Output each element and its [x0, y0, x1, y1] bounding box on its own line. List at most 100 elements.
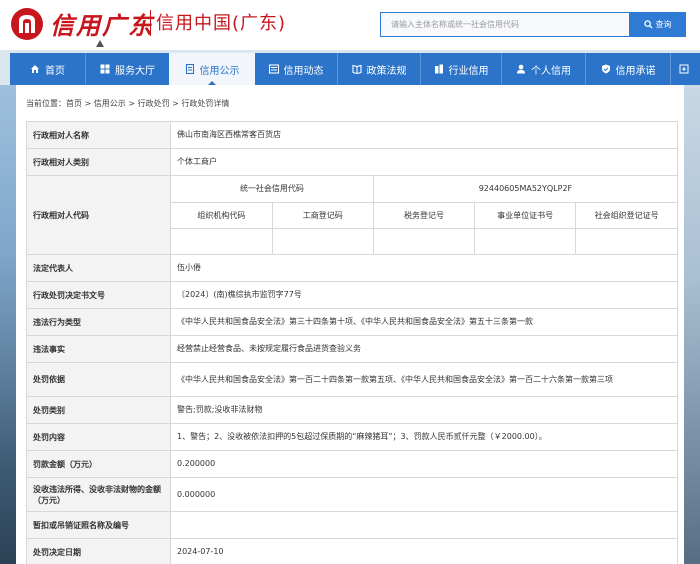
code-header: 工商登记码 [271, 201, 374, 229]
code-header: 税务登记号 [372, 201, 476, 229]
building-icon [434, 64, 443, 74]
field-label: 处罚依据 [26, 362, 171, 397]
breadcrumb-prefix: 当前位置： [26, 99, 66, 108]
breadcrumb-separator: > [169, 99, 182, 108]
penalty-detail-table: 行政相对人名称 佛山市南海区西樵常客百货店 行政相对人类别 个体工商户 行政相对… [26, 121, 678, 564]
expand-icon [679, 64, 688, 74]
field-value: 1、警告；2、没收被依法扣押的5包超过保质期的“麻辣猪耳”；3、罚款人民币贰仟元… [170, 423, 678, 451]
field-value: 经营禁止经营食品、未按规定履行食品进货查验义务 [170, 335, 678, 363]
search-icon [643, 20, 653, 29]
breadcrumb-current: 行政处罚详情 [181, 99, 230, 108]
nav-item-home[interactable]: 首页 [10, 53, 85, 85]
field-value: 《中华人民共和国食品安全法》第三十四条第十项、《中华人民共和国食品安全法》第五十… [170, 308, 678, 336]
nav-label: 个人信用 [531, 65, 571, 77]
nav-item-credit-news[interactable]: 信用动态 [255, 53, 337, 85]
nav-label: 首页 [45, 65, 65, 77]
table-row: 处罚依据 《中华人民共和国食品安全法》第一百二十四条第一款第五项、《中华人民共和… [26, 362, 678, 397]
code-value [171, 227, 273, 254]
document-icon [185, 64, 194, 74]
breadcrumb-separator: > [82, 99, 94, 108]
book-icon [351, 64, 362, 74]
table-row: 行政相对人代码 统一社会信用代码 92440605MA52YQLP2F 组织机构… [26, 175, 678, 255]
field-label: 处罚类别 [26, 396, 171, 424]
grid-icon [100, 64, 110, 74]
nav-item-credit-publicity[interactable]: 信用公示 [169, 53, 255, 85]
logo-script-text: 信用广东 [50, 11, 154, 40]
code-header: 组织机构代码 [171, 201, 273, 229]
nav-item-personal-credit[interactable]: 个人信用 [502, 53, 585, 85]
logo-divider [150, 10, 151, 36]
nav-label: 行业信用 [448, 65, 489, 77]
field-value: 0.200000 [170, 450, 678, 478]
table-row: 罚款金额（万元） 0.200000 [26, 450, 678, 478]
breadcrumb-link-home[interactable]: 首页 [66, 99, 82, 108]
shield-icon [601, 64, 610, 74]
breadcrumb: 当前位置：首页 > 信用公示 > 行政处罚 > 行政处罚详情 [26, 98, 229, 109]
main-nav: 首页 服务大厅 信用公示 信用动态 政策法规 行业信用 个人信用 信用承诺 [10, 53, 700, 85]
nav-item-service-hall[interactable]: 服务大厅 [86, 53, 169, 85]
code-header: 社会组织登记证号 [575, 201, 677, 229]
field-label: 行政相对人名称 [26, 121, 171, 149]
field-value: 警告;罚款;没收非法财物 [170, 396, 678, 424]
logo-pointer-icon [96, 40, 104, 47]
table-row: 处罚类别 警告;罚款;没收非法财物 [26, 396, 678, 424]
nav-item-industry-credit[interactable]: 行业信用 [421, 53, 501, 85]
search-button-label: 查询 [655, 20, 672, 29]
nav-label: 信用动态 [283, 65, 324, 77]
field-value [170, 511, 678, 539]
field-label: 暂扣或吊销证照名称及编号 [26, 511, 171, 539]
code-header: 事业单位证书号 [474, 201, 577, 229]
breadcrumb-link-penalty[interactable]: 行政处罚 [138, 99, 170, 108]
nav-label: 信用承诺 [615, 65, 656, 77]
code-value [372, 227, 476, 254]
news-icon [268, 64, 279, 74]
nav-more[interactable] [671, 53, 696, 85]
nav-label: 政策法规 [366, 65, 407, 77]
field-value: 2024-07-10 [170, 538, 678, 564]
breadcrumb-link-credit-publicity[interactable]: 信用公示 [94, 99, 126, 108]
table-row: 处罚内容 1、警告；2、没收被依法扣押的5包超过保质期的“麻辣猪耳”；3、罚款人… [26, 423, 678, 451]
code-subtable: 统一社会信用代码 92440605MA52YQLP2F 组织机构代码 工商登记码… [171, 176, 677, 254]
field-label: 处罚决定日期 [26, 538, 171, 564]
search-bar: 查询 [380, 12, 686, 37]
field-value-type: 个体工商户 [170, 148, 678, 176]
field-value: 《中华人民共和国食品安全法》第一百二十四条第一款第五项、《中华人民共和国食品安全… [170, 362, 678, 397]
field-label: 罚款金额（万元） [26, 450, 171, 478]
field-label: 行政处罚决定书文号 [26, 281, 171, 309]
table-row: 没收违法所得、没收非法财物的金额（万元） 0.000000 [26, 477, 678, 512]
field-label: 违法事实 [26, 335, 171, 363]
code-cell: 统一社会信用代码 92440605MA52YQLP2F 组织机构代码 工商登记码… [170, 175, 678, 255]
content-panel: 当前位置：首页 > 信用公示 > 行政处罚 > 行政处罚详情 行政相对人名称 佛… [16, 85, 684, 564]
field-value: 0.000000 [170, 477, 678, 512]
field-value: 〔2024〕(南)樵综执市监罚字77号 [170, 281, 678, 309]
home-icon [31, 65, 39, 73]
site-header: 信用广东 信用中国(广东) 查询 [0, 0, 700, 50]
field-label: 没收违法所得、没收非法财物的金额（万元） [26, 477, 171, 512]
table-row: 法定代表人 伍小倦 [26, 254, 678, 282]
logo-emblem-icon[interactable] [10, 7, 44, 41]
table-row: 违法行为类型 《中华人民共和国食品安全法》第三十四条第十项、《中华人民共和国食品… [26, 308, 678, 336]
code-value [271, 227, 374, 254]
field-label: 处罚内容 [26, 423, 171, 451]
table-row: 行政处罚决定书文号 〔2024〕(南)樵综执市监罚字77号 [26, 281, 678, 309]
person-icon [517, 64, 525, 74]
breadcrumb-separator: > [125, 99, 138, 108]
code-value [575, 227, 677, 254]
search-button[interactable]: 查询 [629, 12, 686, 37]
field-value: 伍小倦 [170, 254, 678, 282]
table-row: 行政相对人名称 佛山市南海区西樵常客百货店 [26, 121, 678, 149]
site-title[interactable]: 信用中国(广东) [156, 9, 286, 35]
field-label: 行政相对人代码 [26, 175, 171, 255]
nav-item-policy[interactable]: 政策法规 [338, 53, 420, 85]
table-row: 违法事实 经营禁止经营食品、未按规定履行食品进货查验义务 [26, 335, 678, 363]
field-value-name: 佛山市南海区西樵常客百货店 [170, 121, 678, 149]
field-label: 法定代表人 [26, 254, 171, 282]
table-row: 处罚决定日期 2024-07-10 [26, 538, 678, 564]
field-label: 违法行为类型 [26, 308, 171, 336]
nav-item-credit-promise[interactable]: 信用承诺 [586, 53, 670, 85]
uscc-label: 统一社会信用代码 [171, 176, 374, 203]
search-input[interactable] [381, 13, 629, 36]
nav-label: 信用公示 [199, 65, 240, 77]
uscc-value: 92440605MA52YQLP2F [372, 176, 677, 203]
field-label: 行政相对人类别 [26, 148, 171, 176]
